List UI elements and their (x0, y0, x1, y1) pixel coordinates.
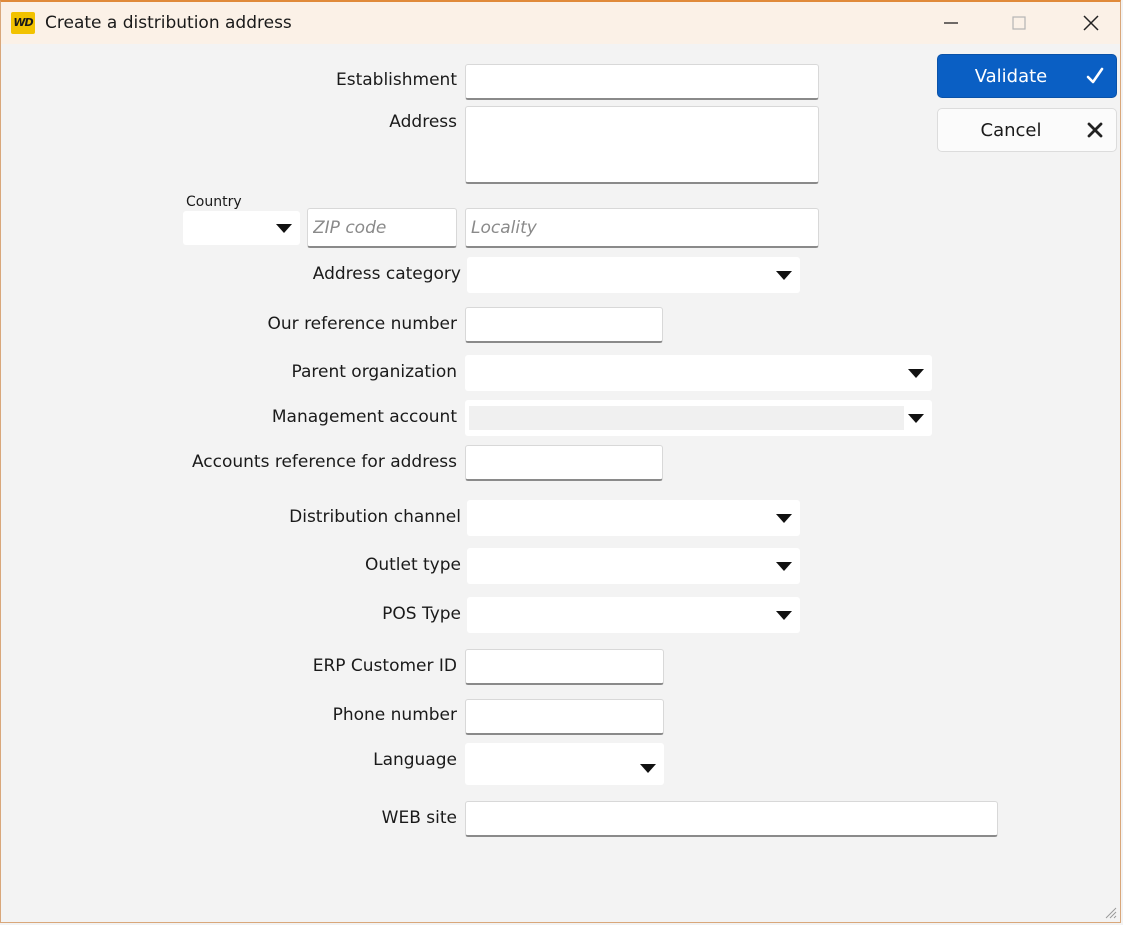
erp-customer-id-label: ERP Customer ID (312, 656, 457, 676)
chevron-down-icon (908, 414, 924, 423)
close-icon (1083, 15, 1099, 31)
outlet-type-label: Outlet type (364, 555, 461, 575)
accounts-reference-label: Accounts reference for address (191, 452, 457, 472)
chevron-down-icon (276, 224, 292, 233)
country-value (189, 211, 270, 245)
maximize-button[interactable] (991, 2, 1047, 44)
our-reference-label: Our reference number (267, 314, 457, 334)
accounts-reference-input[interactable] (465, 445, 663, 481)
app-logo-icon: WD (11, 12, 35, 34)
minimize-icon (944, 22, 958, 24)
chevron-down-icon (776, 611, 792, 620)
our-reference-input[interactable] (465, 307, 663, 343)
address-category-select[interactable] (467, 257, 800, 293)
chevron-down-icon (776, 514, 792, 523)
country-label: Country (186, 194, 242, 210)
close-x-icon (1087, 122, 1103, 138)
language-select[interactable] (465, 743, 664, 785)
checkmark-icon (1086, 67, 1104, 84)
pos-type-select[interactable] (467, 597, 800, 633)
validate-button[interactable]: Validate (937, 54, 1117, 98)
address-textarea[interactable] (465, 106, 819, 184)
close-button[interactable] (1063, 2, 1119, 44)
parent-org-value (471, 355, 902, 391)
chevron-down-icon (640, 764, 656, 773)
distribution-channel-label: Distribution channel (289, 507, 461, 527)
phone-number-input[interactable] (465, 699, 664, 735)
pos-type-value (473, 597, 770, 633)
maximize-icon (1012, 16, 1026, 30)
chevron-down-icon (776, 562, 792, 571)
website-label: WEB site (381, 808, 457, 828)
distribution-channel-value (473, 500, 770, 536)
management-account-label: Management account (271, 407, 457, 427)
cancel-label: Cancel (980, 119, 1042, 141)
website-input[interactable] (465, 801, 998, 837)
dialog-window: WD Create a distribution address Validat… (0, 0, 1121, 923)
phone-number-label: Phone number (332, 705, 457, 725)
establishment-label: Establishment (335, 70, 457, 90)
address-category-label: Address category (312, 264, 461, 284)
cancel-button[interactable]: Cancel (937, 108, 1117, 152)
outlet-type-value (473, 548, 770, 584)
validate-label: Validate (974, 65, 1048, 87)
address-category-value (473, 257, 770, 293)
outlet-type-select[interactable] (467, 548, 800, 584)
address-label: Address (389, 112, 457, 132)
management-account-select[interactable] (465, 400, 932, 436)
chevron-down-icon (776, 271, 792, 280)
parent-org-label: Parent organization (291, 362, 457, 382)
country-select[interactable] (183, 211, 300, 245)
language-value (471, 743, 634, 785)
parent-org-select[interactable] (465, 355, 932, 391)
pos-type-label: POS Type (382, 604, 461, 624)
window-title: Create a distribution address (45, 13, 292, 33)
establishment-input[interactable] (465, 64, 819, 100)
language-label: Language (373, 750, 457, 770)
title-bar[interactable]: WD Create a distribution address (1, 2, 1120, 44)
chevron-down-icon (908, 369, 924, 378)
distribution-channel-select[interactable] (467, 500, 800, 536)
erp-customer-id-input[interactable] (465, 649, 664, 685)
locality-input[interactable] (465, 208, 819, 248)
zip-code-input[interactable] (307, 208, 457, 248)
resize-grip-icon[interactable] (1103, 905, 1117, 919)
minimize-button[interactable] (923, 2, 979, 44)
management-account-value (471, 400, 902, 436)
